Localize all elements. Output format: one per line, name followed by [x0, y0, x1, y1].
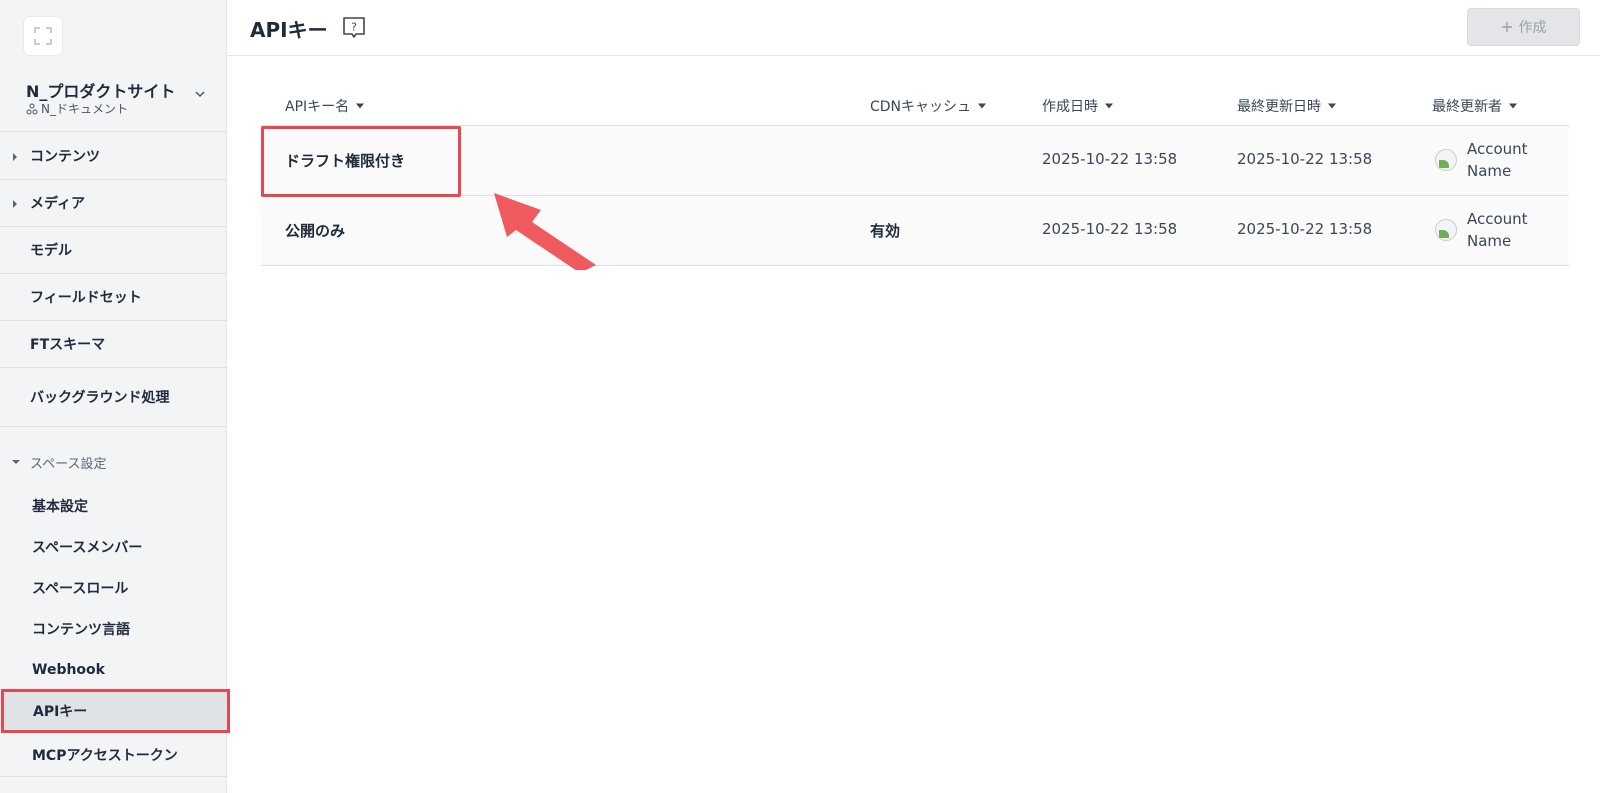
- sidebar-item-label: スペースメンバー: [32, 540, 143, 556]
- avatar: [1435, 219, 1457, 241]
- sidebar-item-space-roles[interactable]: スペースロール: [0, 568, 227, 608]
- column-header-created[interactable]: 作成日時: [1042, 96, 1114, 116]
- api-key-name[interactable]: 公開のみ: [285, 220, 345, 241]
- avatar: [1435, 149, 1457, 171]
- sidebar-item-mcp-tokens[interactable]: MCPアクセストークン: [0, 733, 227, 777]
- sidebar-item-space-members[interactable]: スペースメンバー: [0, 527, 227, 567]
- sidebar-item-label: メディア: [30, 196, 86, 212]
- cdn-cache-value: 有効: [870, 222, 901, 240]
- space-name: N_プロダクトサイト: [26, 82, 176, 101]
- sidebar-item-label: モデル: [30, 243, 72, 259]
- column-header-updated[interactable]: 最終更新日時: [1237, 96, 1337, 116]
- sort-caret-icon: [978, 103, 987, 109]
- updater-account: Account Name: [1435, 138, 1547, 182]
- sidebar-item-label: コンテンツ言語: [32, 622, 130, 638]
- sidebar-item-label: 基本設定: [32, 499, 88, 515]
- chevron-down-icon[interactable]: [192, 86, 208, 102]
- annotation-arrow-icon: [494, 193, 596, 270]
- svg-text:?: ?: [351, 21, 357, 34]
- table-row[interactable]: 公開のみ 有効 2025-10-22 13:58 2025-10-22 13:5…: [261, 196, 1569, 266]
- create-button-label: 作成: [1518, 20, 1547, 36]
- sidebar: N_プロダクトサイト N_ドキュメント コンテンツ メディア モデル フィールド…: [0, 0, 230, 793]
- sidebar-item-label: バックグラウンド処理: [30, 390, 170, 406]
- help-book-icon[interactable]: ?: [341, 15, 367, 39]
- sidebar-item-api-keys[interactable]: APIキー: [1, 689, 230, 733]
- sidebar-item-label: スペースロール: [32, 581, 129, 597]
- page-header: APIキー ? 作成: [227, 0, 1600, 56]
- logo-placeholder-icon: [34, 27, 52, 45]
- sidebar-item-background-jobs[interactable]: バックグラウンド処理: [0, 368, 227, 427]
- team-icon: [26, 103, 38, 114]
- space-sub-label: N_ドキュメント: [26, 100, 128, 117]
- sidebar-item-label: APIキー: [33, 704, 88, 720]
- column-header-updater[interactable]: 最終更新者: [1432, 96, 1518, 116]
- column-header-label: 最終更新者: [1432, 99, 1502, 115]
- sort-caret-icon: [1509, 103, 1517, 109]
- page-title: APIキー: [250, 18, 328, 42]
- sort-caret-icon: [356, 103, 365, 109]
- sidebar-section-label: スペース設定: [30, 456, 107, 472]
- account-name: Account Name: [1467, 140, 1528, 180]
- sidebar-item-basic-settings[interactable]: 基本設定: [0, 486, 227, 526]
- created-at: 2025-10-22 13:58: [1042, 220, 1178, 238]
- sidebar-item-ft-schema[interactable]: FTスキーマ: [0, 321, 227, 368]
- caret-right-icon: [13, 153, 17, 161]
- sidebar-item-content-languages[interactable]: コンテンツ言語: [0, 609, 227, 649]
- space-sub-text: N_ドキュメント: [41, 102, 128, 116]
- sidebar-item-contents[interactable]: コンテンツ: [0, 133, 227, 180]
- sidebar-item-webhook[interactable]: Webhook: [0, 650, 227, 690]
- sidebar-section-space-settings[interactable]: スペース設定: [0, 440, 227, 484]
- sidebar-item-label: Webhook: [32, 662, 105, 678]
- column-header-label: APIキー名: [285, 99, 350, 115]
- sort-caret-icon: [1105, 103, 1113, 109]
- updated-at: 2025-10-22 13:58: [1237, 150, 1373, 168]
- updater-account: Account Name: [1435, 208, 1547, 252]
- column-header-cdn-cache[interactable]: CDNキャッシュ: [870, 96, 987, 116]
- caret-right-icon: [13, 200, 17, 208]
- column-header-label: CDNキャッシュ: [870, 99, 972, 115]
- caret-down-icon: [12, 460, 20, 464]
- create-button[interactable]: 作成: [1467, 8, 1580, 46]
- annotation-highlight-box: [261, 126, 461, 197]
- table-header-row: APIキー名 CDNキャッシュ 作成日時 最終更新日時 最終更新者: [261, 84, 1569, 126]
- sort-caret-icon: [1328, 103, 1336, 109]
- space-switcher[interactable]: N_プロダクトサイト N_ドキュメント: [0, 68, 227, 132]
- sidebar-item-media[interactable]: メディア: [0, 180, 227, 227]
- column-header-name[interactable]: APIキー名: [285, 96, 365, 116]
- sidebar-item-fieldsets[interactable]: フィールドセット: [0, 274, 227, 321]
- plus-icon: [1501, 22, 1512, 32]
- sidebar-item-models[interactable]: モデル: [0, 227, 227, 274]
- updated-at: 2025-10-22 13:58: [1237, 220, 1373, 238]
- sidebar-item-label: MCPアクセストークン: [32, 747, 178, 764]
- column-header-label: 作成日時: [1042, 99, 1098, 115]
- sidebar-item-label: フィールドセット: [30, 290, 142, 306]
- created-at: 2025-10-22 13:58: [1042, 150, 1178, 168]
- sidebar-item-label: コンテンツ: [30, 149, 100, 165]
- column-header-label: 最終更新日時: [1237, 99, 1321, 115]
- account-name: Account Name: [1467, 210, 1528, 250]
- space-logo[interactable]: [23, 16, 63, 56]
- sidebar-item-label: FTスキーマ: [30, 337, 106, 353]
